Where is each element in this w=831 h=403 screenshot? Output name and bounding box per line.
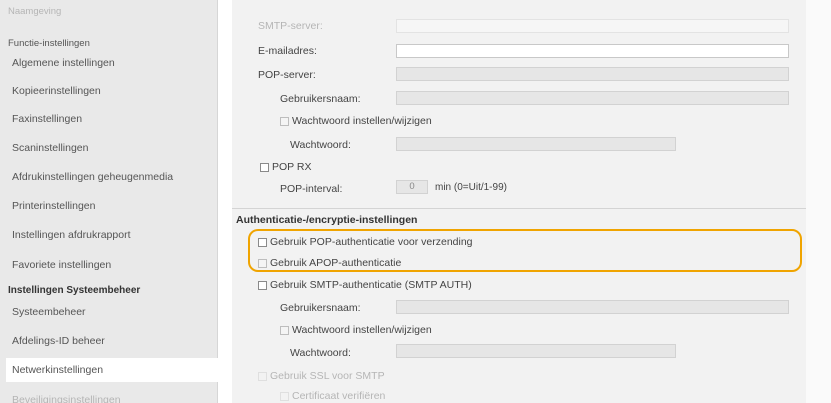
email-input[interactable] (396, 44, 789, 58)
ssl-checkbox[interactable] (258, 372, 267, 381)
sidebar-item-fax[interactable]: Faxinstellingen (12, 107, 218, 131)
pop-interval-unit: min (0=Uit/1-99) (435, 182, 507, 193)
pop-username-label: Gebruikersnaam: (280, 93, 361, 105)
smtp-server-label: SMTP-server: (258, 20, 323, 32)
smtp-password-input[interactable] (396, 344, 676, 358)
pop-password-input[interactable] (396, 137, 676, 151)
sidebar-item-network[interactable]: Netwerkinstellingen (6, 358, 218, 382)
sidebar-item-printer[interactable]: Printerinstellingen (12, 194, 218, 218)
pop-rx-label: POP RX (272, 161, 312, 173)
sidebar-item-dept-id[interactable]: Afdelings-ID beheer (12, 329, 218, 353)
pop-username-input[interactable] (396, 91, 789, 105)
smtp-username-input[interactable] (396, 300, 789, 314)
sidebar-section-functions: Functie-instellingen (8, 38, 90, 49)
sidebar-item-general[interactable]: Algemene instellingen (12, 51, 218, 75)
sidebar-section-admin: Instellingen Systeembeheer (8, 285, 141, 296)
pop-password-label: Wachtwoord: (290, 139, 351, 151)
sidebar-item-memory-media[interactable]: Afdrukinstellingen geheugenmedia (12, 165, 218, 189)
sidebar-item-favorites[interactable]: Favoriete instellingen (12, 253, 218, 277)
sidebar-faded-item[interactable]: Naamgeving (8, 6, 61, 17)
settings-panel: SMTP-server: E-mailadres: POP-server: Ge… (232, 0, 806, 403)
email-label: E-mailadres: (258, 45, 317, 57)
smtp-set-password-label: Wachtwoord instellen/wijzigen (292, 324, 432, 336)
verify-cert-label: Certificaat verifiëren (292, 390, 386, 402)
pop-server-label: POP-server: (258, 69, 316, 81)
smtp-password-label: Wachtwoord: (290, 347, 351, 359)
sidebar-item-scan[interactable]: Scaninstellingen (12, 136, 218, 160)
section-divider (232, 208, 806, 209)
smtp-set-password-checkbox[interactable] (280, 326, 289, 335)
right-edge-fade (806, 0, 831, 403)
smtp-username-label: Gebruikersnaam: (280, 302, 361, 314)
sidebar-item-copy[interactable]: Kopieerinstellingen (12, 79, 218, 103)
auth-section-title: Authenticatie-/encryptie-instellingen (236, 214, 418, 226)
pop-set-password-label: Wachtwoord instellen/wijzigen (292, 115, 432, 127)
pop-interval-input[interactable]: 0 (396, 180, 428, 194)
verify-cert-checkbox[interactable] (280, 392, 289, 401)
smtp-auth-label: Gebruik SMTP-authenticatie (SMTP AUTH) (270, 279, 472, 291)
pop-server-input[interactable] (396, 67, 789, 81)
smtp-auth-checkbox[interactable] (258, 281, 267, 290)
sidebar-item-system-admin[interactable]: Systeembeheer (12, 300, 218, 324)
pop-interval-label: POP-interval: (280, 183, 343, 195)
smtp-server-input[interactable] (396, 19, 789, 33)
sidebar: Naamgeving Functie-instellingen Algemene… (0, 0, 218, 403)
pop-rx-checkbox[interactable] (260, 163, 269, 172)
pop-set-password-checkbox[interactable] (280, 117, 289, 126)
auth-options-highlight (248, 229, 802, 272)
sidebar-item-security[interactable]: Beveiligingsinstellingen (12, 388, 218, 403)
sidebar-item-report[interactable]: Instellingen afdrukrapport (12, 223, 218, 247)
ssl-label: Gebruik SSL voor SMTP (270, 370, 385, 382)
